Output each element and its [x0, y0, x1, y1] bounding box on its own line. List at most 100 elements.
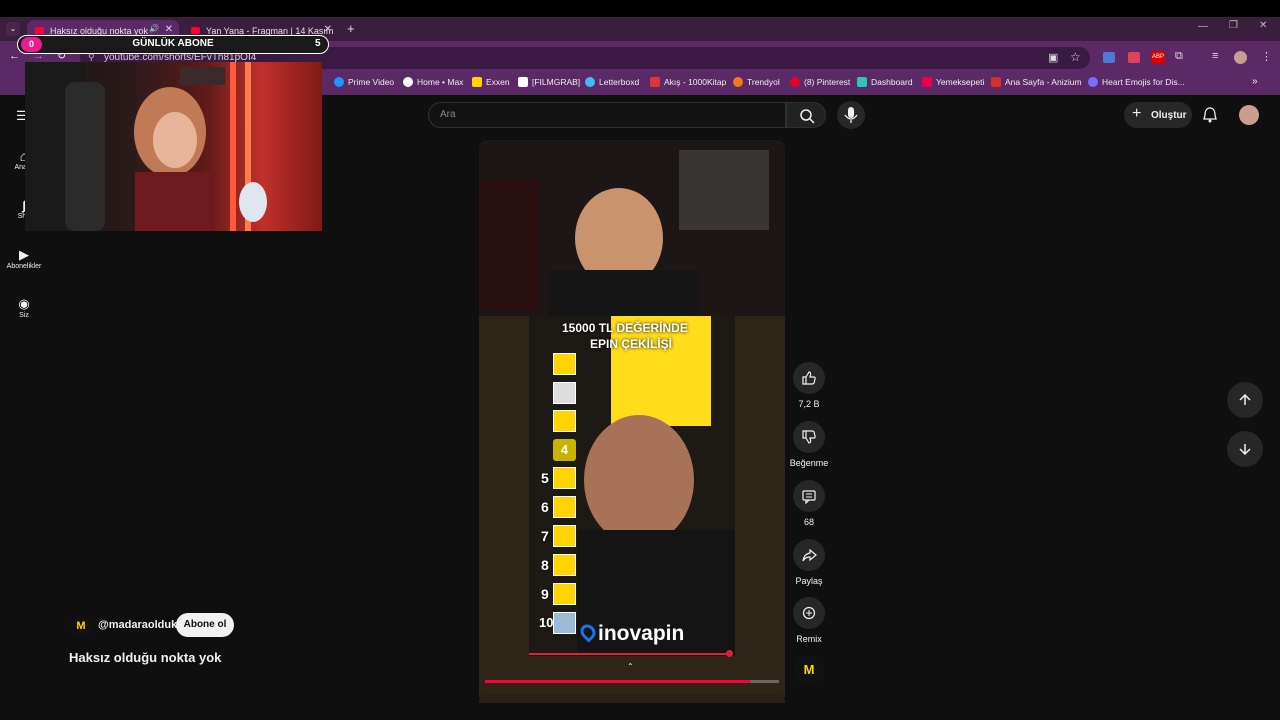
rank-label: 6 [541, 499, 549, 515]
comments-count: 68 [803, 517, 814, 527]
shorts-progress-track[interactable] [485, 680, 779, 683]
close-tab-icon[interactable]: ✕ [165, 24, 173, 35]
rank-thumbnail [553, 554, 576, 576]
thumbs-down-icon [802, 430, 816, 444]
rank-label: 4 [553, 439, 576, 461]
bookmark-item[interactable]: Home • Max [403, 77, 463, 87]
bookmark-icon [472, 77, 482, 87]
close-window-icon[interactable]: ✕ [1259, 20, 1267, 31]
create-button[interactable]: + Oluştur [1124, 102, 1192, 128]
rank-label: 7 [541, 528, 549, 544]
previous-short-button[interactable] [1227, 382, 1263, 418]
comments-button[interactable] [793, 480, 825, 512]
rank-thumbnail [553, 525, 576, 547]
close-tab-icon[interactable]: ✕ [324, 24, 332, 35]
microphone-icon [844, 107, 858, 123]
bookmark-item[interactable]: Heart Emojis for Dis... [1088, 77, 1185, 87]
create-label: Oluştur [1151, 110, 1187, 121]
bookmark-icon [733, 77, 743, 87]
tab-title: Haksız olduğu nokta yok - [50, 25, 154, 36]
rank-thumbnail [553, 382, 576, 404]
rank-thumbnail [553, 410, 576, 432]
dislike-label: Beğenme [789, 458, 829, 468]
back-icon[interactable]: ← [9, 50, 20, 62]
bookmark-item[interactable]: Letterboxd [585, 77, 639, 87]
bookmark-icon [650, 77, 660, 87]
bookmark-item[interactable]: Prime Video [334, 77, 394, 87]
bookmark-item[interactable]: (8) Pinterest [790, 77, 850, 87]
extensions-puzzle-icon[interactable]: ⧉ [1175, 50, 1183, 63]
short-title: Haksız olduğu nokta yok [69, 650, 222, 665]
expand-chevron-icon[interactable]: ⌃ [627, 662, 634, 671]
rank-label: 8 [541, 557, 549, 573]
more-bookmarks-icon[interactable]: » [1252, 76, 1258, 87]
youtube-favicon-icon [35, 27, 44, 34]
minimize-icon[interactable]: — [1198, 21, 1208, 32]
bookmark-item[interactable]: [FILMGRAB] [518, 77, 580, 87]
shorts-video-frame [479, 140, 785, 703]
like-button[interactable] [793, 362, 825, 394]
bookmark-item[interactable]: Akış - 1000Kitap [650, 77, 726, 87]
tab-search-chevron-icon[interactable]: ⌄ [6, 22, 20, 36]
search-icon [800, 109, 815, 124]
new-tab-icon[interactable]: + [347, 21, 355, 36]
subscribe-button[interactable]: Abone ol [176, 613, 234, 637]
bookmark-icon [334, 77, 344, 87]
remix-label: Remix [796, 634, 822, 644]
shorts-video-player[interactable] [479, 140, 785, 703]
translate-extension-icon[interactable] [1103, 52, 1115, 63]
bookmark-item[interactable]: Dashboard [857, 77, 913, 87]
channel-handle[interactable]: @madaraolduk [98, 619, 177, 631]
bookmark-icon [1088, 77, 1098, 87]
tab-title: Yan Yana - Fragman | 14 Kasım [206, 25, 334, 36]
sound-channel-avatar[interactable]: M [795, 656, 823, 684]
webcam-scene [25, 62, 267, 231]
profile-avatar[interactable] [1234, 51, 1247, 64]
rank-thumbnail [553, 467, 576, 489]
dislike-button[interactable] [793, 421, 825, 453]
bookmark-icon [790, 77, 800, 87]
bookmark-item[interactable]: Ana Sayfa - Anizium [991, 77, 1082, 87]
bookmark-icon [518, 77, 528, 87]
voice-search-button[interactable] [837, 101, 865, 129]
share-label: Paylaş [795, 576, 823, 586]
bookmark-icon [922, 77, 932, 87]
plus-icon: + [1132, 105, 1142, 122]
search-input[interactable]: Ara [428, 102, 786, 128]
speaker-icon[interactable]: 🔊 [149, 24, 159, 33]
inner-progress-dot [726, 650, 733, 657]
remix-button[interactable] [793, 597, 825, 629]
bookmark-icon [585, 77, 595, 87]
share-button[interactable] [793, 539, 825, 571]
bookmark-icon [403, 77, 413, 87]
bookmark-item[interactable]: Exxen [472, 77, 510, 87]
notifications-button[interactable] [1201, 106, 1219, 129]
search-placeholder: Ara [440, 109, 456, 120]
thumbs-up-icon [802, 371, 816, 385]
maximize-icon[interactable]: ❐ [1229, 20, 1238, 31]
bookmark-star-icon[interactable]: ☆ [1070, 50, 1081, 64]
bookmark-item[interactable]: Trendyol [733, 77, 780, 87]
rank-label: 9 [541, 586, 549, 602]
account-avatar[interactable] [1239, 105, 1259, 125]
adblock-icon[interactable]: ABP [1151, 51, 1165, 64]
channel-avatar[interactable]: M [70, 615, 92, 637]
inner-video-progress [529, 653, 729, 655]
video-overlay-title: 15000 TL DEĞERİNDE [562, 321, 688, 335]
bookmark-item[interactable]: Yemeksepeti [922, 77, 984, 87]
media-controls-icon[interactable]: ≡ [1212, 50, 1218, 62]
search-button[interactable] [786, 102, 826, 128]
menu-icon[interactable]: ⋮ [1261, 50, 1272, 63]
next-short-button[interactable] [1227, 431, 1263, 467]
arrow-up-icon [1239, 393, 1251, 405]
screen-top-bar [0, 0, 1280, 17]
you-icon: ◉ [18, 296, 30, 311]
bookmark-icon [857, 77, 867, 87]
sidebar-item-you[interactable]: ◉ Siz [0, 296, 48, 319]
extension-icon[interactable] [1128, 52, 1140, 63]
sidebar-item-subscriptions[interactable]: ▶ Abonelikler [0, 247, 48, 270]
rank-thumbnail [553, 496, 576, 518]
cast-icon[interactable]: ▣ [1048, 51, 1058, 64]
next-short-preview[interactable] [479, 694, 785, 703]
remix-icon [802, 606, 816, 620]
